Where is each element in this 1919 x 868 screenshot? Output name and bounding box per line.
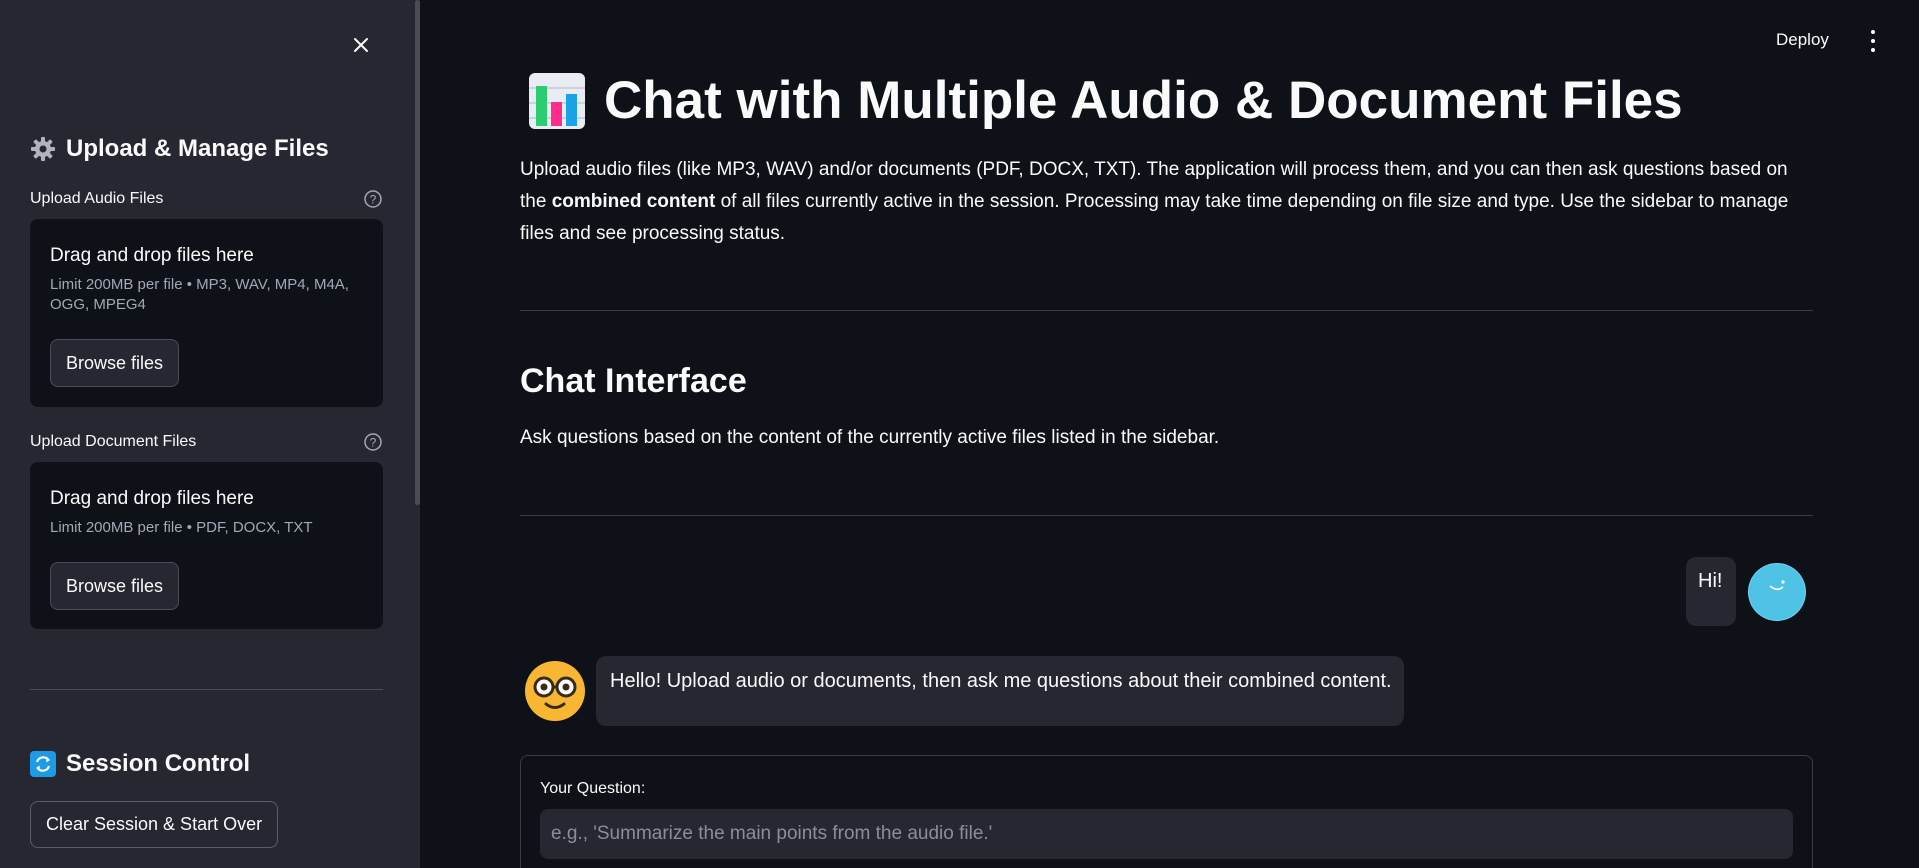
question-form: Your Question: bbox=[520, 755, 1813, 868]
bar-chart-icon bbox=[529, 72, 585, 129]
sidebar-divider bbox=[30, 689, 383, 690]
sidebar: Upload & Manage Files Upload Audio Files… bbox=[0, 0, 420, 868]
upload-manage-title: Upload & Manage Files bbox=[66, 135, 329, 162]
session-control-title: Session Control bbox=[66, 750, 251, 777]
close-icon bbox=[354, 38, 368, 52]
document-upload-label: Upload Document Files bbox=[30, 433, 197, 450]
section-divider bbox=[520, 515, 1813, 516]
gear-icon bbox=[31, 137, 55, 161]
session-control-header: Session Control bbox=[30, 750, 250, 778]
document-browse-button[interactable]: Browse files bbox=[50, 562, 180, 610]
audio-browse-button[interactable]: Browse files bbox=[50, 339, 180, 387]
chat-heading: Chat Interface bbox=[520, 362, 747, 400]
assistant-avatar-icon bbox=[525, 661, 585, 721]
main-menu-icon[interactable] bbox=[1863, 30, 1883, 52]
document-dropzone[interactable]: Drag and drop files here Limit 200MB per… bbox=[30, 462, 383, 629]
user-message-text: Hi! bbox=[1698, 570, 1723, 592]
question-input[interactable] bbox=[540, 809, 1793, 859]
audio-limit-text: Limit 200MB per file • MP3, WAV, MP4, M4… bbox=[50, 276, 349, 313]
audio-upload-label: Upload Audio Files bbox=[30, 190, 164, 207]
document-limit-text: Limit 200MB per file • PDF, DOCX, TXT bbox=[50, 519, 313, 536]
help-icon[interactable]: ? bbox=[363, 189, 383, 209]
audio-dropzone[interactable]: Drag and drop files here Limit 200MB per… bbox=[30, 219, 383, 407]
sidebar-scrollbar[interactable] bbox=[415, 0, 420, 505]
section-divider bbox=[520, 310, 1813, 311]
deploy-button[interactable]: Deploy bbox=[1776, 30, 1829, 50]
audio-drop-title: Drag and drop files here bbox=[50, 245, 254, 266]
document-drop-title: Drag and drop files here bbox=[50, 488, 254, 509]
close-sidebar-button[interactable] bbox=[346, 30, 376, 60]
help-icon[interactable]: ? bbox=[363, 432, 383, 452]
assistant-message: Hello! Upload audio or documents, then a… bbox=[596, 656, 1404, 726]
user-message: Hi! bbox=[1686, 557, 1736, 626]
assistant-message-text: Hello! Upload audio or documents, then a… bbox=[610, 670, 1392, 692]
user-avatar-icon bbox=[1748, 563, 1806, 621]
chat-subtext: Ask questions based on the content of th… bbox=[520, 427, 1220, 448]
intro-text: Upload audio files (like MP3, WAV) and/o… bbox=[520, 159, 1789, 244]
question-label: Your Question: bbox=[540, 780, 646, 797]
svg-text:?: ? bbox=[370, 436, 377, 450]
refresh-icon bbox=[30, 751, 56, 777]
page-title: Chat with Multiple Audio & Document File… bbox=[604, 71, 1683, 130]
clear-session-button[interactable]: Clear Session & Start Over bbox=[30, 801, 279, 848]
svg-text:?: ? bbox=[370, 193, 377, 207]
upload-manage-header: Upload & Manage Files bbox=[30, 135, 329, 163]
page-title-row: Chat with Multiple Audio & Document File… bbox=[528, 70, 1683, 131]
